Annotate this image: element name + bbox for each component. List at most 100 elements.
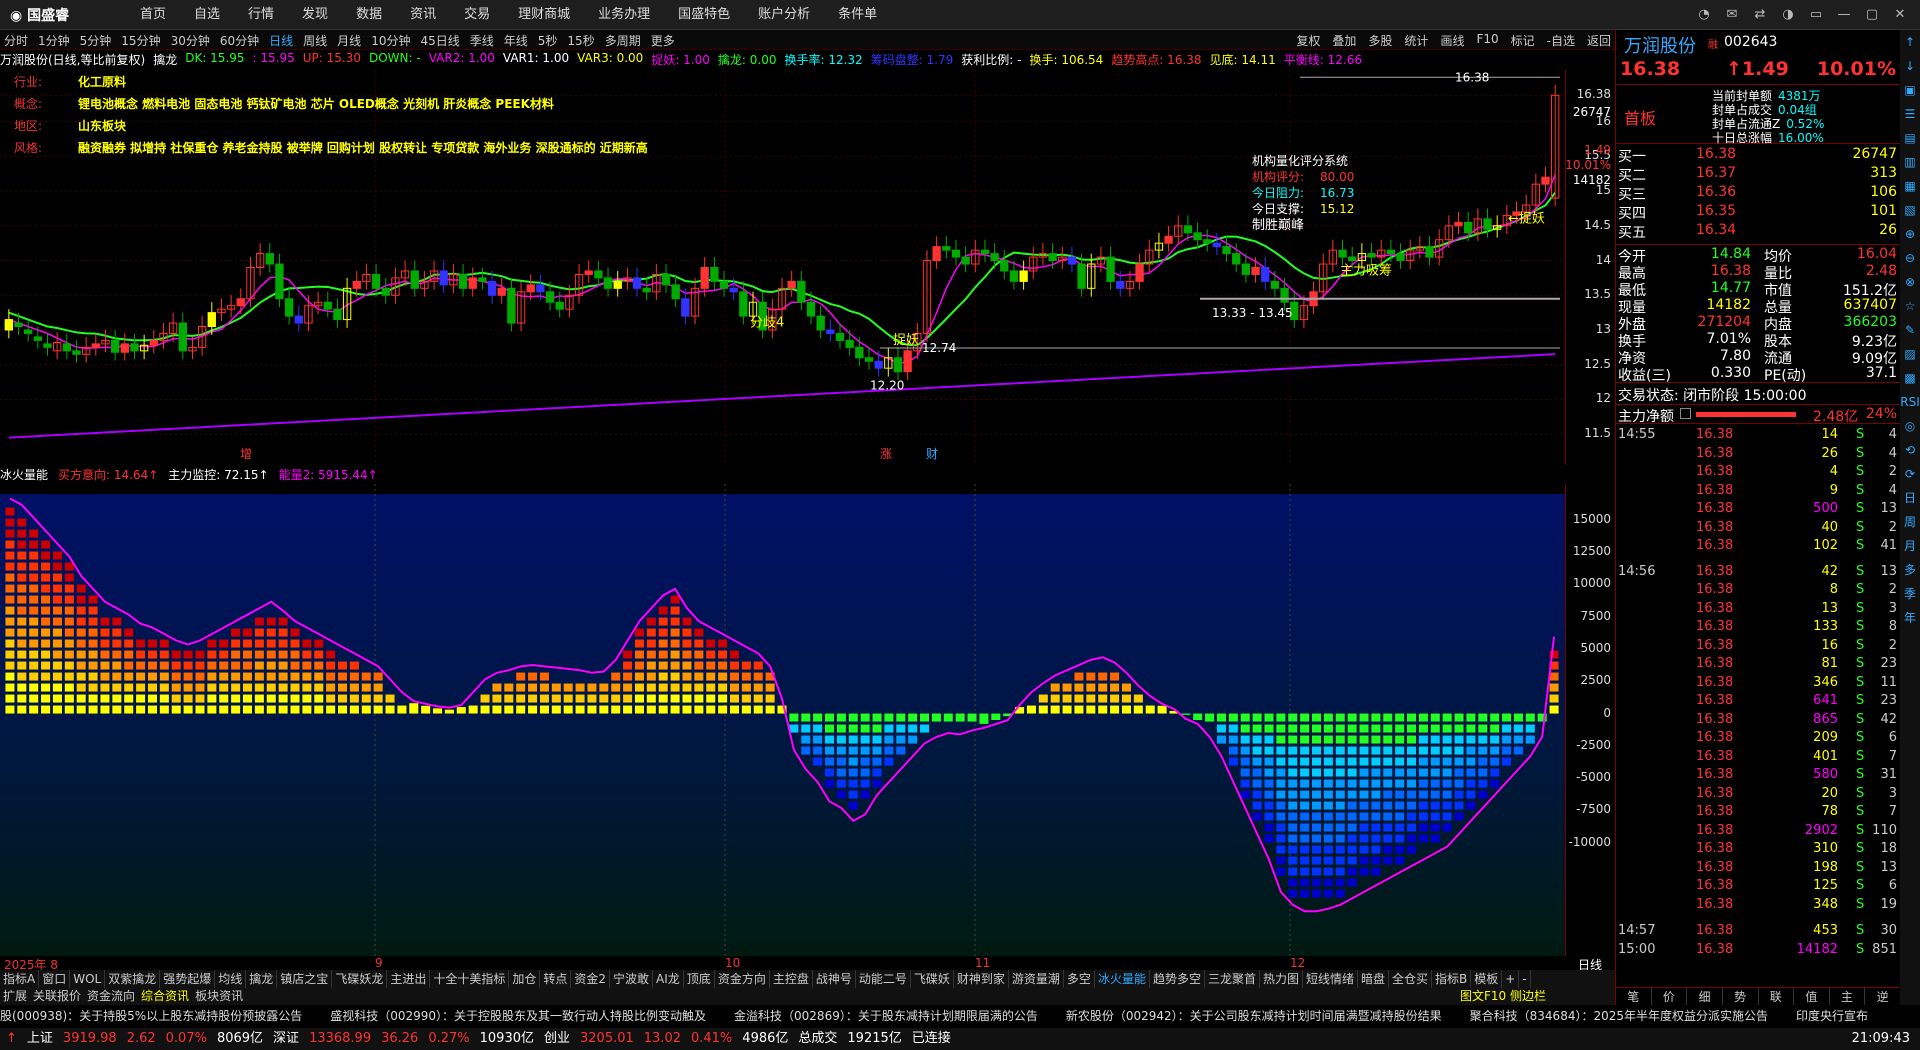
side-tool-icon-13[interactable]: ▨ <box>1900 342 1920 366</box>
indicator-tab-21[interactable]: 飞碟妖 <box>911 970 954 988</box>
chart-tool-8[interactable]: 返回 <box>1587 32 1611 49</box>
period-tab-7[interactable]: 周线 <box>303 32 327 49</box>
indicator-tab-8[interactable]: 飞碟妖龙 <box>332 970 388 988</box>
side-tool-icon-18[interactable]: ⟳ <box>1900 462 1920 486</box>
indicator-tab-29[interactable]: 短线情绪 <box>1303 970 1359 988</box>
minimize-icon[interactable]: — <box>1834 5 1854 25</box>
quote-tab-5[interactable]: 值 <box>1794 988 1830 1005</box>
indicator-tab-30[interactable]: 暗盘 <box>1358 970 1390 988</box>
news-item-4[interactable]: 聚合科技（834684）：2025年半年度权益分派实施公告 <box>1470 1005 1768 1028</box>
menu-item-11[interactable]: 条件单 <box>838 0 877 30</box>
news-item-1[interactable]: 盛视科技（002990）：关于控股股东及其一致行动人持股比例变动触及 <box>330 1005 706 1028</box>
period-tab-16[interactable]: 更多 <box>651 32 675 49</box>
period-tab-2[interactable]: 5分钟 <box>80 32 112 49</box>
period-tab-15[interactable]: 多周期 <box>605 32 641 49</box>
menu-item-1[interactable]: 自选 <box>194 0 220 30</box>
side-tool-icon-14[interactable]: ▩ <box>1900 366 1920 390</box>
period-tab-14[interactable]: 15秒 <box>567 32 594 49</box>
news-item-2[interactable]: 金溢科技（002869）：关于股东减持计划期限届满的公告 <box>734 1005 1038 1028</box>
mail-icon[interactable]: ✉ <box>1722 5 1742 25</box>
chart-tool-7[interactable]: -自选 <box>1547 32 1575 49</box>
indicator-tab-24[interactable]: 多空 <box>1064 970 1095 988</box>
side-tool-icon-22[interactable]: 多 <box>1900 558 1920 582</box>
indicator-tab-5[interactable]: 均线 <box>215 970 247 988</box>
menu-item-0[interactable]: 首页 <box>140 0 166 30</box>
chart-tool-5[interactable]: F10 <box>1476 32 1498 49</box>
chart-tool-4[interactable]: 画线 <box>1440 32 1464 49</box>
indicator-tab-26[interactable]: 趋势多空 <box>1150 970 1205 988</box>
side-tool-icon-8[interactable]: ⊕ <box>1900 222 1920 246</box>
close-icon[interactable]: ✕ <box>1890 5 1910 25</box>
side-tool-icon-16[interactable]: ◎ <box>1900 414 1920 438</box>
indicator-tab-2[interactable]: WOL <box>70 970 106 988</box>
indicator-tab-16[interactable]: 顶底 <box>684 970 715 988</box>
side-tool-icon-23[interactable]: 季 <box>1900 582 1920 606</box>
side-tool-icon-20[interactable]: 周 <box>1900 510 1920 534</box>
side-tool-icon-2[interactable]: ▣ <box>1900 78 1920 102</box>
buy-row[interactable]: 买二 16.37 313 <box>1616 165 1901 184</box>
indicator-tab-28[interactable]: 热力图 <box>1260 970 1303 988</box>
buy-row[interactable]: 买三 16.36 106 <box>1616 184 1901 203</box>
chart-tool-3[interactable]: 统计 <box>1404 32 1428 49</box>
buy-row[interactable]: 买五 16.34 26 <box>1616 222 1901 241</box>
side-tool-icon-6[interactable]: ▦ <box>1900 174 1920 198</box>
chart-tool-6[interactable]: 标记 <box>1511 32 1535 49</box>
menu-item-2[interactable]: 行情 <box>248 0 274 30</box>
period-tab-0[interactable]: 分时 <box>4 32 28 49</box>
indicator-tab-3[interactable]: 双紫擒龙 <box>105 970 161 988</box>
period-tab-3[interactable]: 15分钟 <box>121 32 160 49</box>
side-tool-icon-11[interactable]: ☆ <box>1900 294 1920 318</box>
buy-row[interactable]: 买一 16.38 26747 <box>1616 146 1901 165</box>
indicator-tab-25[interactable]: 冰火量能 <box>1095 970 1150 988</box>
indicator-tab-12[interactable]: 转点 <box>540 970 572 988</box>
indicator-tab-33[interactable]: 模板 <box>1471 970 1503 988</box>
quote-tab-6[interactable]: 主 <box>1830 988 1866 1005</box>
side-tool-icon-15[interactable]: RSI <box>1900 390 1920 414</box>
menu-item-8[interactable]: 业务办理 <box>598 0 650 30</box>
indicator-tab-0[interactable]: 指标A <box>0 970 40 988</box>
indicator-tab-13[interactable]: 资金2 <box>571 970 611 988</box>
side-tool-icon-3[interactable]: ☰ <box>1900 102 1920 126</box>
f10-sidebar-link[interactable]: 图文F10 侧边栏 <box>1460 988 1546 1005</box>
menu-item-10[interactable]: 账户分析 <box>758 0 810 30</box>
side-tool-icon-21[interactable]: 月 <box>1900 534 1920 558</box>
quote-tab-1[interactable]: 价 <box>1652 988 1688 1005</box>
skin-icon[interactable]: ◑ <box>1778 5 1798 25</box>
info-tab-1[interactable]: 关联报价 <box>30 988 84 1005</box>
side-tool-icon-4[interactable]: ▤ <box>1900 126 1920 150</box>
quote-tab-3[interactable]: 势 <box>1723 988 1759 1005</box>
info-tab-4[interactable]: 板块资讯 <box>192 988 246 1005</box>
quote-tab-4[interactable]: 联 <box>1759 988 1795 1005</box>
indicator-tab-27[interactable]: 三龙聚首 <box>1205 970 1260 988</box>
menu-item-9[interactable]: 国盛特色 <box>678 0 730 30</box>
indicator-tab-11[interactable]: 加仓 <box>509 970 541 988</box>
indicator-tab-14[interactable]: 宁波敢 <box>610 970 654 988</box>
indicator-tab-10[interactable]: 十全十美指标 <box>430 970 510 988</box>
layout-icon[interactable]: ▭ <box>1806 5 1826 25</box>
indicator-tab-1[interactable]: 窗口 <box>39 970 71 988</box>
maximize-icon[interactable]: ▢ <box>1862 5 1882 25</box>
menu-item-4[interactable]: 数据 <box>356 0 382 30</box>
indicator-tab-35[interactable]: - <box>1519 970 1531 988</box>
period-tab-6[interactable]: 日线 <box>269 32 293 49</box>
side-tool-icon-10[interactable]: ⊗ <box>1900 270 1920 294</box>
side-tool-icon-9[interactable]: ⊖ <box>1900 246 1920 270</box>
side-tool-icon-0[interactable]: ↑ <box>1900 30 1920 54</box>
period-tab-5[interactable]: 60分钟 <box>220 32 259 49</box>
period-tab-10[interactable]: 45日线 <box>420 32 459 49</box>
period-tab-8[interactable]: 月线 <box>337 32 361 49</box>
menu-item-3[interactable]: 发现 <box>302 0 328 30</box>
chat-icon[interactable]: ◔ <box>1694 5 1714 25</box>
period-tab-1[interactable]: 1分钟 <box>38 32 70 49</box>
indicator-tab-22[interactable]: 财神到家 <box>954 970 1009 988</box>
quote-tab-2[interactable]: 细 <box>1687 988 1723 1005</box>
menu-item-6[interactable]: 交易 <box>464 0 490 30</box>
indicator-tab-34[interactable]: + <box>1502 970 1520 988</box>
period-tab-4[interactable]: 30分钟 <box>171 32 210 49</box>
period-tab-13[interactable]: 5秒 <box>538 32 558 49</box>
chart-tool-1[interactable]: 叠加 <box>1332 32 1356 49</box>
period-tab-11[interactable]: 季线 <box>470 32 494 49</box>
indicator-tab-7[interactable]: 镇店之宝 <box>277 970 333 988</box>
indicator-tab-20[interactable]: 动能二号 <box>856 970 911 988</box>
indicator-tab-6[interactable]: 擒龙 <box>246 970 278 988</box>
